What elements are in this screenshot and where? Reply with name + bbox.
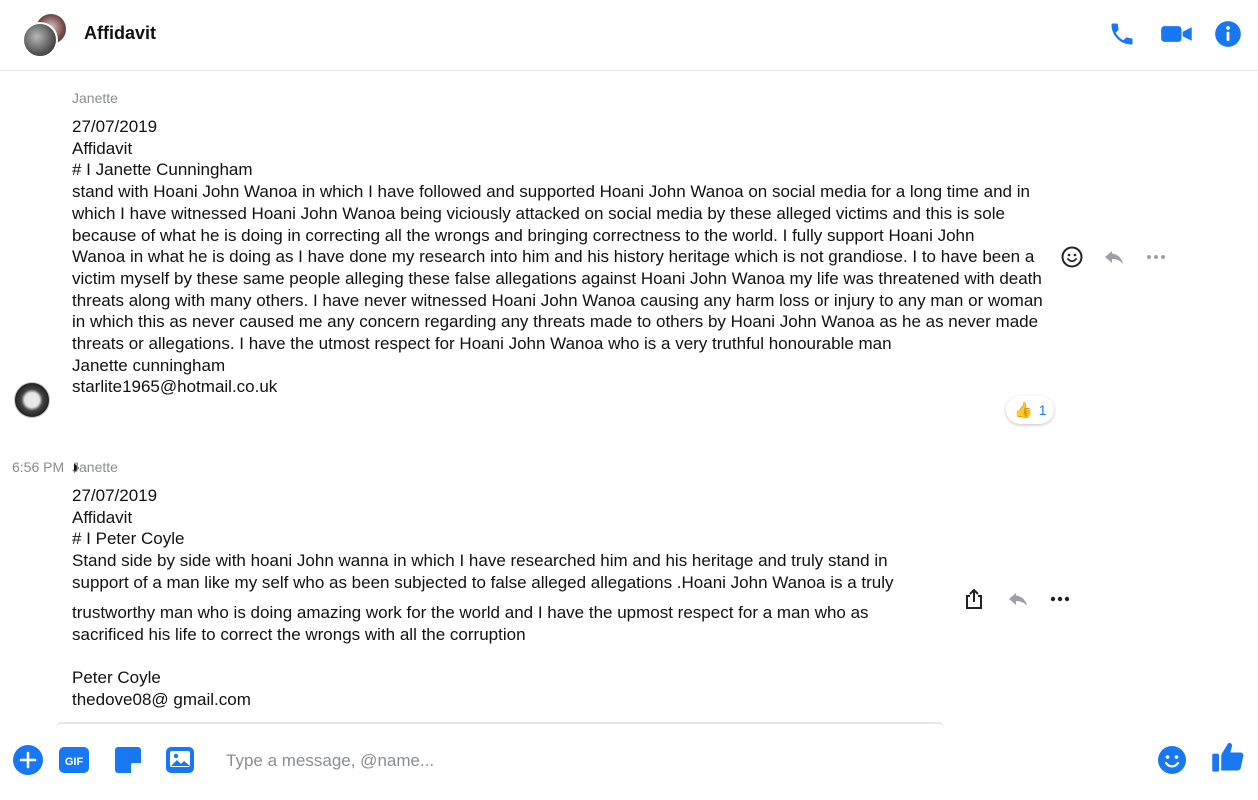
- reply-icon[interactable]: [1006, 587, 1030, 611]
- message-thread: Janette 27/07/2019 Affidavit # I Janette C…: [0, 71, 1258, 731]
- sender-name: Janette: [72, 90, 118, 106]
- message-line: 27/07/2019: [72, 117, 158, 136]
- message-line: Janette cunningham: [72, 355, 226, 375]
- phone-icon[interactable]: [1108, 20, 1136, 48]
- conversation-title[interactable]: Affidavit: [84, 23, 156, 44]
- message-input[interactable]: [214, 742, 1148, 780]
- reply-icon[interactable]: [1102, 245, 1126, 269]
- message-line: Stand side by side with hoani John wanna…: [72, 551, 888, 571]
- more-icon[interactable]: [1144, 245, 1168, 269]
- message-line: in which this as never caused me any con…: [72, 312, 1039, 332]
- message-text[interactable]: 27/07/2019 Affidavit # I Janette Cunningha…: [72, 116, 1043, 398]
- message-line: victim myself by these same people alleg…: [72, 268, 1042, 288]
- message-line: support of a man like my self who as bee…: [72, 572, 894, 592]
- message-line: Peter Coyle: [72, 668, 161, 688]
- sticker-icon[interactable]: [112, 744, 144, 776]
- message-line: # I Janette Cunningham: [72, 160, 253, 180]
- reaction-badge[interactable]: 👍 1: [1006, 396, 1055, 424]
- share-icon[interactable]: [962, 587, 986, 611]
- message-line: Affidavit: [72, 507, 133, 527]
- message-line: threats along with many others. I have n…: [72, 290, 1043, 310]
- message-line: Wanoa in what he is doing as I have done…: [72, 247, 1035, 267]
- more-icon[interactable]: [1048, 587, 1072, 611]
- smiley-icon[interactable]: [1060, 245, 1084, 269]
- message-timestamp: 6:56 PM: [12, 459, 65, 475]
- sender-name: Janette: [72, 459, 118, 475]
- reaction-count: 1: [1038, 402, 1047, 418]
- message-line: thedove08@ gmail.com: [72, 689, 251, 709]
- conversation-header: Affidavit: [0, 0, 1258, 71]
- message-line: trustworthy man who is doing amazing wor…: [72, 603, 869, 622]
- message-line: [72, 645, 869, 667]
- message-line: # I Peter Coyle: [72, 529, 185, 549]
- info-icon[interactable]: [1214, 20, 1242, 48]
- message-line: stand with Hoani John Wanoa in which I h…: [72, 182, 1030, 202]
- composer-top-border: [56, 722, 944, 728]
- add-icon[interactable]: [12, 744, 44, 776]
- avatar: [22, 22, 58, 58]
- image-icon[interactable]: [164, 744, 196, 776]
- message-line: sacrificed his life to correct the wrong…: [72, 624, 526, 644]
- gif-icon[interactable]: GIF: [58, 744, 90, 776]
- message-composer: GIF: [0, 730, 1258, 800]
- message-line: threats or allegations. I have the utmos…: [72, 334, 892, 354]
- message-text[interactable]: 27/07/2019 Affidavit # I Peter Coyle Stand …: [72, 485, 894, 594]
- group-avatar[interactable]: [22, 12, 70, 58]
- message-line: which I have witnessed Hoani John Wanoa …: [72, 203, 1005, 223]
- thumbs-up-reaction-icon: 👍: [1014, 402, 1033, 419]
- message-line: 27/07/2019: [72, 486, 158, 505]
- avatar[interactable]: [14, 382, 50, 418]
- message-line: because of what he is doing in correctin…: [72, 225, 975, 245]
- message-line: Affidavit: [72, 138, 133, 158]
- message-text[interactable]: trustworthy man who is doing amazing wor…: [72, 602, 869, 711]
- emoji-icon[interactable]: [1156, 744, 1188, 776]
- message-line: starlite1965@hotmail.co.uk: [72, 377, 278, 397]
- video-camera-icon[interactable]: [1160, 20, 1194, 48]
- thumbs-up-icon[interactable]: [1210, 738, 1246, 776]
- gif-label: GIF: [65, 756, 84, 768]
